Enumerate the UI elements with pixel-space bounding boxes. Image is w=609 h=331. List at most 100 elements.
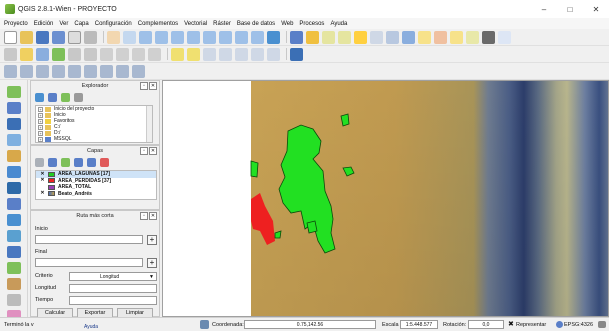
deselect-icon[interactable] (354, 30, 367, 44)
browser-scrollbar[interactable] (146, 106, 152, 142)
menu-edicion[interactable]: Edición (34, 21, 54, 27)
remove-layer-icon[interactable] (100, 157, 109, 167)
close-button[interactable]: ✕ (583, 0, 609, 18)
toggle-editing-icon[interactable] (20, 47, 33, 61)
zoom-to-layer-icon[interactable] (219, 30, 232, 44)
scale-combo[interactable]: 1:5.448.577 (400, 320, 438, 329)
close-panel-icon[interactable]: ✕ (149, 147, 157, 155)
help-tab[interactable]: Ayuda (84, 324, 98, 330)
cut-features-icon[interactable] (116, 47, 129, 61)
menu-vectorial[interactable]: Vectorial (184, 21, 207, 27)
filter-legend-icon[interactable] (61, 157, 70, 167)
pan-to-selection-icon[interactable] (123, 30, 136, 44)
add-postgis-layer-icon[interactable] (7, 118, 21, 130)
new-spatialite-icon[interactable] (7, 278, 21, 290)
layer-item-beato-andres[interactable]: ✕ Beato_Andrés (36, 191, 156, 198)
whats-this-icon[interactable] (498, 30, 511, 44)
raster-tool-9-icon[interactable] (132, 64, 145, 78)
show-hide-labels-icon[interactable] (219, 47, 232, 61)
map-canvas[interactable] (162, 80, 609, 317)
rotation-field[interactable]: 0,0 (468, 320, 504, 329)
raster-tool-1-icon[interactable] (4, 64, 17, 78)
print-composer-icon[interactable] (68, 30, 81, 44)
raster-tool-6-icon[interactable] (84, 64, 97, 78)
move-label-icon[interactable] (235, 47, 248, 61)
collapse-all-icon[interactable] (87, 157, 96, 167)
text-annotation-icon[interactable] (466, 30, 479, 44)
menu-base-de-datos[interactable]: Base de datos (237, 21, 275, 27)
layer-styling-icon[interactable] (35, 157, 44, 167)
zoom-full-icon[interactable] (187, 30, 200, 44)
menu-configuracion[interactable]: Configuración (95, 21, 132, 27)
add-feature-icon[interactable] (52, 47, 65, 61)
undock-icon[interactable]: ▫ (140, 147, 148, 155)
add-vector-layer-icon[interactable] (7, 86, 21, 98)
add-raster-layer-icon[interactable] (7, 102, 21, 114)
capture-end-button[interactable]: + (147, 258, 157, 268)
add-oracle-layer-icon[interactable] (7, 230, 21, 242)
action-icon[interactable] (306, 30, 319, 44)
criterio-select[interactable]: Longitud ▼ (69, 272, 157, 281)
checkbox-checked-icon[interactable]: ✖ (508, 320, 514, 328)
filter-icon[interactable] (61, 92, 70, 102)
menu-capa[interactable]: Capa (74, 21, 88, 27)
pin-labels-icon[interactable] (203, 47, 216, 61)
close-panel-icon[interactable]: ✕ (149, 82, 157, 90)
select-by-expression-icon[interactable] (338, 30, 351, 44)
layer-labeling-icon[interactable] (187, 47, 200, 61)
raster-tool-5-icon[interactable] (68, 64, 81, 78)
add-delimited-text-icon[interactable] (7, 214, 21, 226)
select-features-icon[interactable] (322, 30, 335, 44)
menu-procesos[interactable]: Procesos (299, 21, 324, 27)
save-edits-icon[interactable] (36, 47, 49, 61)
python-console-icon[interactable] (290, 47, 303, 61)
raster-tool-4-icon[interactable] (52, 64, 65, 78)
composer-manager-icon[interactable] (84, 30, 97, 44)
save-as-icon[interactable] (52, 30, 65, 44)
measure-icon[interactable] (402, 30, 415, 44)
add-group-icon[interactable] (48, 157, 57, 167)
open-attribute-table-icon[interactable] (370, 30, 383, 44)
zoom-to-selection-icon[interactable] (203, 30, 216, 44)
pan-hand-icon[interactable] (107, 30, 120, 44)
tree-item[interactable]: + MSSQL (36, 136, 152, 142)
undock-icon[interactable]: ▫ (140, 212, 148, 220)
zoom-actual-size-icon[interactable] (171, 30, 184, 44)
messages-icon[interactable] (598, 321, 606, 328)
current-edits-icon[interactable] (4, 47, 17, 61)
collapse-all-icon[interactable] (74, 92, 83, 102)
new-shapefile-icon[interactable] (7, 262, 21, 274)
raster-tool-2-icon[interactable] (20, 64, 33, 78)
undock-icon[interactable]: ▫ (140, 82, 148, 90)
label-tool-icon[interactable] (171, 47, 184, 61)
rotate-label-icon[interactable] (251, 47, 264, 61)
maximize-button[interactable]: □ (557, 0, 583, 18)
layer-visibility-checkbox[interactable]: ✕ (40, 178, 45, 183)
open-project-icon[interactable] (20, 30, 33, 44)
show-bookmarks-icon[interactable] (450, 30, 463, 44)
menu-web[interactable]: Web (281, 21, 293, 27)
menu-ver[interactable]: Ver (59, 21, 68, 27)
field-calculator-icon[interactable] (386, 30, 399, 44)
layer-visibility-checkbox[interactable]: ✕ (40, 171, 45, 177)
zoom-last-icon[interactable] (235, 30, 248, 44)
menu-proyecto[interactable]: Proyecto (4, 21, 28, 27)
refresh-icon[interactable] (35, 92, 44, 102)
projection-globe-icon[interactable] (556, 321, 563, 328)
add-mssql-layer-icon[interactable] (7, 150, 21, 162)
refresh-icon[interactable] (267, 30, 280, 44)
add-layer-icon[interactable] (48, 92, 57, 102)
new-gpx-icon[interactable] (7, 294, 21, 306)
copy-features-icon[interactable] (132, 47, 145, 61)
identify-features-icon[interactable] (290, 30, 303, 44)
zoom-out-icon[interactable] (155, 30, 168, 44)
move-feature-icon[interactable] (68, 47, 81, 61)
add-wfs-layer-icon[interactable] (7, 198, 21, 210)
delete-selected-icon[interactable] (100, 47, 113, 61)
paste-features-icon[interactable] (148, 47, 161, 61)
save-project-icon[interactable] (36, 30, 49, 44)
raster-tool-8-icon[interactable] (116, 64, 129, 78)
menu-raster[interactable]: Ráster (213, 21, 231, 27)
capture-start-button[interactable]: + (147, 235, 157, 245)
tips-icon[interactable] (482, 30, 495, 44)
